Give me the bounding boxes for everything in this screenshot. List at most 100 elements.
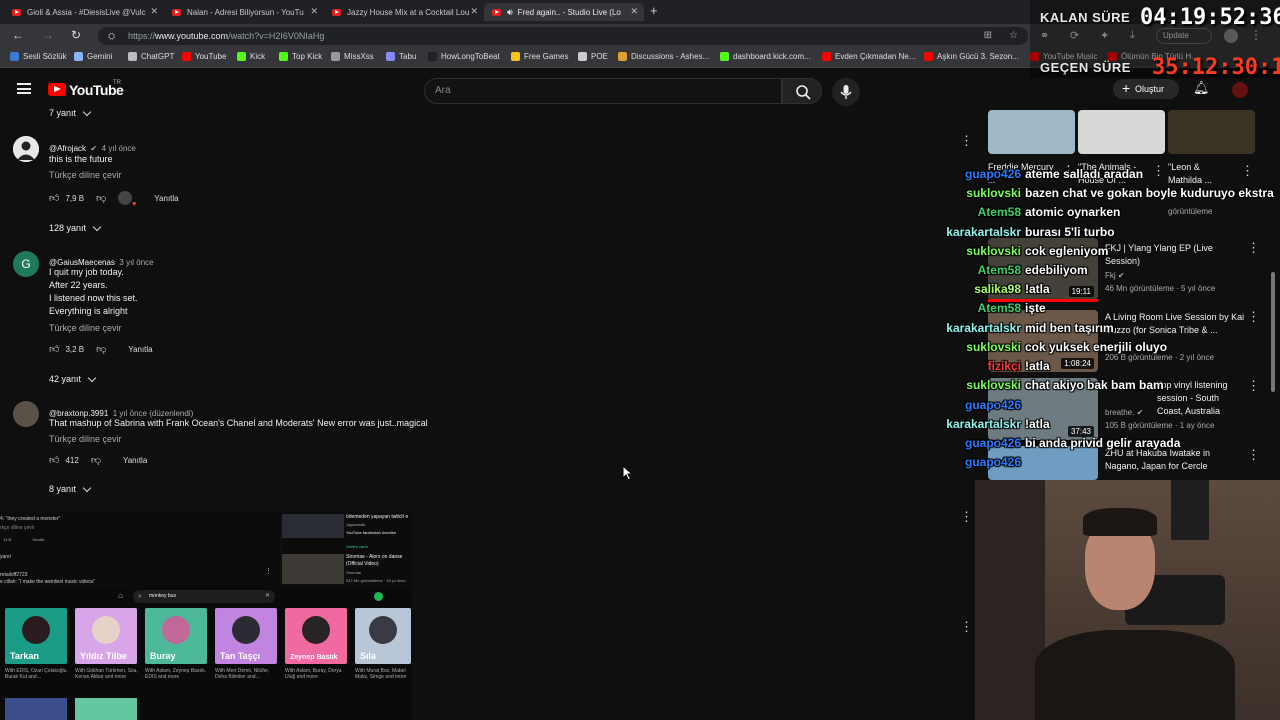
reply-button[interactable]: Yanıtla xyxy=(123,456,147,465)
forward-icon[interactable]: → xyxy=(42,28,54,42)
more-options-icon[interactable] xyxy=(1152,163,1165,179)
bookmark-item[interactable]: Evden Çıkmadan Ne... xyxy=(822,52,915,61)
more-options-icon[interactable] xyxy=(1247,309,1260,325)
site-info-icon[interactable]: ⛭ xyxy=(108,27,115,45)
url-host: www.youtube.com xyxy=(155,31,229,41)
comment-avatar[interactable] xyxy=(13,136,39,162)
browser-tab[interactable]: Gioli & Assia - #DiesisLive @Vulc ✕ xyxy=(4,3,164,21)
avatar-silhouette-icon xyxy=(13,136,39,162)
close-tab-icon[interactable]: ✕ xyxy=(310,6,318,17)
comment-avatar[interactable] xyxy=(13,401,39,427)
home-icon[interactable]: ⌂ xyxy=(118,591,123,600)
translate-link[interactable]: Türkçe diline çevir xyxy=(49,323,122,333)
youtube-logo-icon[interactable] xyxy=(48,83,66,96)
browser-tab-active[interactable]: 🔊︎ Fred again.. - Studio Live (Lo ✕ xyxy=(484,3,644,21)
bookmark-item[interactable]: Kick xyxy=(237,52,265,61)
bookmark-item[interactable]: Free Games xyxy=(511,52,568,61)
mini-text: retailoff2723 xyxy=(0,572,28,578)
extensions-icon[interactable]: ⊞ xyxy=(984,27,992,45)
translate-link[interactable]: Türkçe diline çevir xyxy=(49,170,122,180)
artist-card[interactable]: Sıla xyxy=(355,608,411,664)
music-search-input[interactable]: ⌕ monkey bus ✕ xyxy=(133,590,275,603)
more-options-icon[interactable] xyxy=(1247,378,1260,394)
bookmark-star-icon[interactable]: ☆ xyxy=(1009,27,1018,45)
close-tab-icon[interactable]: ✕ xyxy=(150,6,158,17)
more-options-icon[interactable] xyxy=(1241,163,1254,179)
comment-author[interactable]: @Afrojack xyxy=(49,144,86,153)
artist-card[interactable]: Tarkan xyxy=(5,608,67,664)
dislike-icon[interactable]: 👎︎ xyxy=(96,343,106,355)
video-title[interactable]: ZHU at Hakuba Iwatake in Nagano, Japan f… xyxy=(1105,447,1245,473)
music-profile-avatar[interactable] xyxy=(374,592,383,601)
bookmark-item[interactable]: YouTube xyxy=(182,52,226,61)
address-bar[interactable]: ⛭ https://www.youtube.com/watch?v=H2I6V0… xyxy=(98,27,1028,45)
close-tab-icon[interactable]: ✕ xyxy=(470,6,478,17)
dislike-icon[interactable]: 👎︎ xyxy=(96,192,106,204)
replies-toggle[interactable]: 8 yanıt xyxy=(49,483,92,494)
artist-card[interactable]: Yıldız Tilbe xyxy=(75,608,137,664)
bookmark-item[interactable]: Discussions - Ashes... xyxy=(618,52,709,61)
more-options-icon[interactable] xyxy=(960,619,973,635)
new-tab-icon[interactable]: + xyxy=(650,3,658,18)
video-title[interactable]: FKJ | Ylang Ylang EP (Live Session) xyxy=(1105,242,1245,268)
bookmark-label: Sesli Sözlük xyxy=(23,52,67,61)
search-input[interactable]: Ara xyxy=(424,78,782,104)
chat-message: karakartalskr mid ben taşırım xyxy=(946,321,1113,335)
comment-avatar[interactable]: G xyxy=(13,251,39,277)
hamburger-menu-icon[interactable] xyxy=(17,83,31,94)
bookmark-favicon-icon xyxy=(74,52,83,61)
voice-search-button[interactable] xyxy=(832,78,860,106)
bookmark-item[interactable]: MissXss xyxy=(331,52,374,61)
video-thumbnail[interactable] xyxy=(1168,110,1255,154)
bookmark-favicon-icon xyxy=(511,52,520,61)
create-button[interactable]: + Oluştur xyxy=(1113,79,1179,99)
video-title[interactable]: Top vinyl listening session - South Coas… xyxy=(1157,379,1245,418)
browser-tab[interactable]: Nalan - Adresi Biliyorsun - YouTu ✕ xyxy=(164,3,324,21)
bookmark-item[interactable]: Aşkın Gücü 3. Sezon... xyxy=(924,52,1019,61)
video-channel[interactable]: Fkj ✔ xyxy=(1105,271,1125,280)
chat-message: suklovski chat akiyo bak bam bam xyxy=(966,378,1163,392)
clear-icon[interactable]: ✕ xyxy=(265,590,270,603)
artist-card[interactable]: Tan Taşçı xyxy=(215,608,277,664)
artist-card[interactable] xyxy=(75,698,137,720)
video-thumbnail[interactable] xyxy=(1078,110,1165,154)
account-avatar[interactable] xyxy=(1232,82,1248,98)
browser-tab[interactable]: Jazzy House Mix at a Cocktail Lou ✕ xyxy=(324,3,484,21)
bookmark-item[interactable]: HowLongToBeat xyxy=(428,52,500,61)
video-title[interactable]: "Leon & Mathilda ... xyxy=(1168,161,1234,187)
dislike-icon[interactable]: 👎︎ xyxy=(91,454,101,466)
bookmark-item[interactable]: ChatGPT xyxy=(128,52,174,61)
bookmark-item[interactable]: Top Kick xyxy=(279,52,322,61)
bookmark-item[interactable]: Gemini xyxy=(74,52,112,61)
video-channel[interactable]: breathe. ✔ xyxy=(1105,408,1143,417)
scrollbar-thumb[interactable] xyxy=(1271,272,1275,392)
reply-button[interactable]: Yanıtla xyxy=(154,194,178,203)
notifications-bell-icon[interactable]: 🔔︎ xyxy=(1193,80,1210,96)
like-icon[interactable]: 👍︎ xyxy=(49,192,59,204)
bookmark-item[interactable]: POE xyxy=(578,52,608,61)
like-icon[interactable]: 👍︎ xyxy=(49,454,59,466)
more-options-icon[interactable] xyxy=(1247,240,1260,256)
translate-link[interactable]: Türkçe diline çevir xyxy=(49,434,122,444)
close-tab-icon[interactable]: ✕ xyxy=(630,6,638,17)
replies-toggle[interactable]: 7 yanıt xyxy=(49,107,92,118)
reload-icon[interactable]: ↻ xyxy=(71,28,81,42)
like-icon[interactable]: 👍︎ xyxy=(49,343,59,355)
bookmark-item[interactable]: Sesli Sözlük xyxy=(10,52,67,61)
more-options-icon[interactable] xyxy=(960,133,973,149)
video-thumbnail[interactable] xyxy=(988,110,1075,154)
comment-time[interactable]: 4 yıl önce xyxy=(102,144,136,153)
back-icon[interactable]: ← xyxy=(12,28,24,42)
artist-card[interactable] xyxy=(5,698,67,720)
reply-button[interactable]: Yanıtla xyxy=(128,345,152,354)
bookmark-item[interactable]: dashboard.kick.com... xyxy=(720,52,811,61)
more-options-icon[interactable] xyxy=(960,509,973,525)
search-button[interactable] xyxy=(782,78,822,104)
bookmark-item[interactable]: Tabu xyxy=(386,52,416,61)
more-options-icon[interactable] xyxy=(1247,447,1260,463)
replies-toggle[interactable]: 128 yanıt xyxy=(49,222,102,233)
artist-card[interactable]: Zeynep Bastık xyxy=(285,608,347,664)
artist-card[interactable]: Buray xyxy=(145,608,207,664)
video-title[interactable]: A Living Room Live Session by Kai Cuzzo … xyxy=(1105,311,1245,337)
replies-toggle[interactable]: 42 yanıt xyxy=(49,373,97,384)
